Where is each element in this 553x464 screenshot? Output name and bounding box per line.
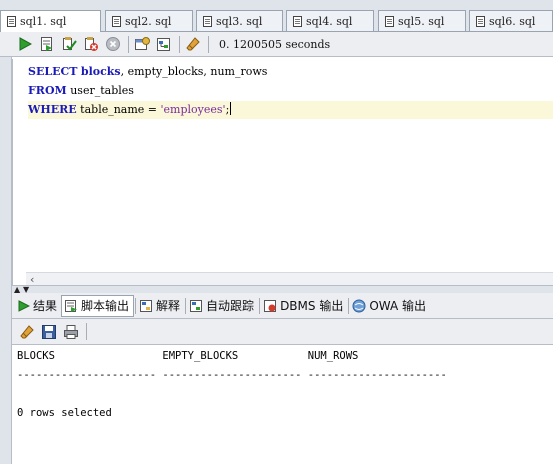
tab-label: DBMS 输出 bbox=[280, 299, 344, 313]
keyword-select: SELECT bbox=[28, 65, 78, 78]
run-script-icon bbox=[41, 37, 52, 51]
dbms-output-icon bbox=[264, 299, 277, 312]
tab-dbms-output[interactable]: DBMS 输出 bbox=[261, 295, 347, 317]
code-line-1: SELECT blocks, empty_blocks, num_rows bbox=[28, 63, 553, 81]
sql-file-icon bbox=[112, 15, 121, 27]
code-text: , empty_blocks, num_rows bbox=[120, 65, 268, 78]
script-output-panel[interactable]: BLOCKS EMPTY_BLOCKS NUM_ROWS -----------… bbox=[12, 345, 553, 464]
editor-gutter bbox=[13, 59, 27, 285]
tab-separator bbox=[185, 297, 187, 314]
sql-file-icon bbox=[7, 16, 16, 27]
tab-results[interactable]: 结果 bbox=[16, 295, 61, 317]
tab-autotrace[interactable]: 自动跟踪 bbox=[187, 295, 258, 317]
tab-sql4[interactable]: sql4. sql bbox=[286, 10, 374, 31]
code-line-3: WHERE table_name = 'employees'; bbox=[28, 101, 553, 119]
sql-history-icon bbox=[135, 37, 150, 50]
tab-sql2[interactable]: sql2. sql bbox=[105, 10, 193, 31]
execution-time: 0. 1200505 seconds bbox=[219, 37, 331, 51]
commit-icon bbox=[63, 37, 77, 51]
rollback-button[interactable] bbox=[82, 35, 100, 53]
tab-owa-output[interactable]: OWA 输出 bbox=[350, 295, 430, 317]
code-line-2: FROM user_tables bbox=[28, 82, 553, 100]
tab-label: 脚本输出 bbox=[81, 299, 130, 313]
explain-icon bbox=[140, 299, 153, 312]
sql-history-button[interactable] bbox=[133, 35, 151, 53]
print-icon bbox=[64, 324, 78, 339]
cancel-button[interactable] bbox=[104, 35, 122, 53]
save-icon bbox=[42, 324, 56, 339]
output-result-line: 0 rows selected bbox=[17, 407, 112, 419]
tab-sql5[interactable]: sql5. sql bbox=[378, 10, 466, 31]
keyword-blocks: blocks bbox=[80, 65, 121, 78]
code-text: ; bbox=[225, 103, 230, 116]
tab-label: 自动跟踪 bbox=[206, 299, 255, 313]
print-output-button[interactable] bbox=[62, 323, 80, 341]
tab-label: 结果 bbox=[33, 299, 58, 313]
run-statement-button[interactable] bbox=[16, 35, 34, 53]
toolbar-separator bbox=[208, 35, 209, 53]
code-text: table_name = bbox=[76, 103, 161, 116]
autotrace-icon bbox=[190, 299, 203, 312]
tab-sql3[interactable]: sql3. sql bbox=[196, 10, 283, 31]
tab-sql6[interactable]: sql6. sql bbox=[469, 10, 553, 31]
left-panel-edge bbox=[0, 57, 12, 464]
script-output-icon bbox=[65, 299, 78, 312]
output-tab-bar: 结果 脚本输出 解释 自动跟踪 DBMS 输出 OWA 输出 bbox=[12, 293, 553, 319]
code-text: user_tables bbox=[66, 84, 134, 97]
cancel-icon bbox=[106, 37, 120, 51]
editor-horizontal-scrollbar[interactable]: ‹ bbox=[26, 272, 553, 286]
string-literal: 'employees' bbox=[160, 103, 226, 116]
panel-splitter[interactable]: ▲ ▼ bbox=[12, 285, 553, 294]
explain-plan-icon bbox=[157, 38, 170, 51]
clear-button[interactable] bbox=[184, 35, 202, 53]
tab-label: OWA 输出 bbox=[369, 299, 427, 313]
tab-label: sql5. sql bbox=[398, 14, 445, 28]
run-script-button[interactable] bbox=[38, 35, 56, 53]
toolbar-separator bbox=[128, 35, 129, 53]
keyword-where: WHERE bbox=[28, 103, 77, 116]
worksheet-toolbar: 0. 1200505 seconds bbox=[0, 32, 553, 57]
explain-plan-button[interactable] bbox=[155, 35, 173, 53]
owa-output-icon bbox=[352, 299, 366, 312]
output-separator-line: ---------------------- -----------------… bbox=[17, 369, 447, 381]
tab-script-output[interactable]: 脚本输出 bbox=[61, 294, 135, 317]
clear-icon bbox=[186, 37, 200, 51]
output-column-header: BLOCKS EMPTY_BLOCKS NUM_ROWS bbox=[17, 350, 359, 362]
tab-label: 解释 bbox=[156, 299, 181, 313]
editor-tab-bar: sql1. sql sql2. sql sql3. sql sql4. sql … bbox=[0, 0, 553, 32]
rollback-icon bbox=[85, 37, 98, 51]
text-caret bbox=[230, 102, 232, 115]
tab-separator bbox=[259, 297, 261, 314]
run-statement-icon bbox=[19, 37, 32, 51]
sql-file-icon bbox=[203, 15, 212, 27]
clear-output-button[interactable] bbox=[18, 323, 36, 341]
tab-label: sql3. sql bbox=[216, 14, 263, 28]
tab-label: sql6. sql bbox=[489, 14, 536, 28]
sql-file-icon bbox=[293, 15, 302, 27]
tab-label: sql2. sql bbox=[125, 14, 172, 28]
tab-separator bbox=[135, 297, 137, 314]
keyword-from: FROM bbox=[28, 84, 67, 97]
tab-explain[interactable]: 解释 bbox=[137, 295, 184, 317]
sql-editor[interactable]: SELECT blocks, empty_blocks, num_rows FR… bbox=[12, 59, 553, 286]
tab-label: sql4. sql bbox=[306, 14, 353, 28]
sql-file-icon bbox=[476, 15, 485, 27]
output-toolbar bbox=[12, 319, 553, 345]
toolbar-separator bbox=[179, 35, 180, 53]
tab-label: sql1. sql bbox=[20, 15, 67, 28]
run-icon bbox=[18, 299, 30, 312]
toolbar-separator bbox=[86, 323, 87, 340]
save-output-button[interactable] bbox=[40, 323, 58, 341]
tab-sql1[interactable]: sql1. sql bbox=[0, 10, 101, 32]
commit-button[interactable] bbox=[60, 35, 78, 53]
sql-file-icon bbox=[385, 15, 394, 27]
eraser-icon bbox=[20, 324, 34, 338]
tab-separator bbox=[348, 297, 350, 314]
